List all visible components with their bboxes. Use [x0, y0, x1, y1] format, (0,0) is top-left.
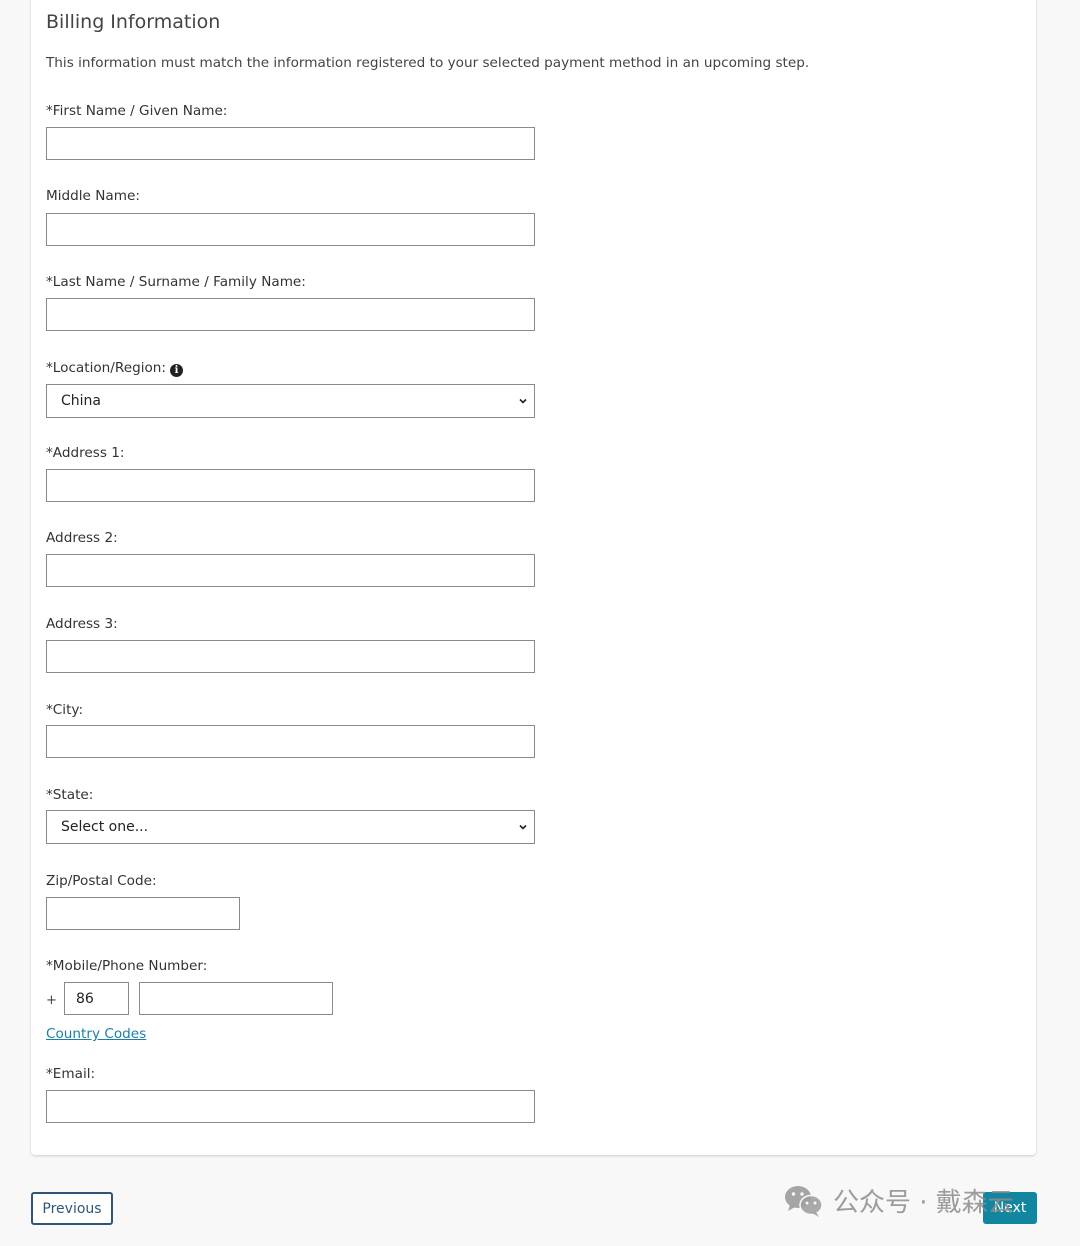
location-label: *Location/Region:	[46, 360, 166, 376]
phone-plus-prefix: +	[46, 993, 57, 1008]
country-codes-link[interactable]: Country Codes	[46, 1026, 146, 1042]
middle-name-input[interactable]	[46, 213, 535, 246]
address2-label: Address 2:	[46, 530, 118, 546]
wechat-icon	[785, 1185, 823, 1217]
location-select[interactable]: China	[46, 384, 535, 418]
address3-label: Address 3:	[46, 616, 118, 632]
address1-input[interactable]	[46, 469, 535, 502]
zip-input[interactable]	[46, 897, 240, 930]
first-name-label: *First Name / Given Name:	[46, 103, 228, 119]
phone-number-input[interactable]	[139, 982, 333, 1015]
watermark: 公众号 · 戴森云	[783, 1182, 1014, 1219]
last-name-label: *Last Name / Surname / Family Name:	[46, 274, 306, 290]
address3-input[interactable]	[46, 640, 535, 673]
section-subtitle: This information must match the informat…	[46, 55, 810, 71]
email-label: *Email:	[46, 1066, 96, 1082]
city-input[interactable]	[46, 725, 535, 758]
first-name-input[interactable]	[46, 127, 535, 160]
chevron-down-icon	[519, 398, 527, 404]
chevron-down-icon	[519, 824, 527, 830]
state-label: *State:	[46, 787, 94, 803]
address1-label: *Address 1:	[46, 445, 125, 461]
state-selected-value: Select one...	[61, 819, 149, 835]
previous-button[interactable]: Previous	[31, 1192, 113, 1225]
state-select[interactable]: Select one...	[46, 810, 535, 844]
info-circle-icon[interactable]: i	[170, 364, 183, 377]
location-selected-value: China	[61, 393, 101, 409]
email-input[interactable]	[46, 1090, 535, 1123]
next-button[interactable]: Next	[983, 1192, 1037, 1224]
phone-label: *Mobile/Phone Number:	[46, 958, 208, 974]
city-label: *City:	[46, 702, 84, 718]
last-name-input[interactable]	[46, 298, 535, 331]
country-code-input[interactable]	[64, 982, 129, 1015]
zip-label: Zip/Postal Code:	[46, 873, 157, 889]
location-label-row: *Location/Region: i	[46, 360, 183, 377]
address2-input[interactable]	[46, 554, 535, 587]
section-title: Billing Information	[46, 11, 221, 33]
middle-name-label: Middle Name:	[46, 188, 140, 204]
